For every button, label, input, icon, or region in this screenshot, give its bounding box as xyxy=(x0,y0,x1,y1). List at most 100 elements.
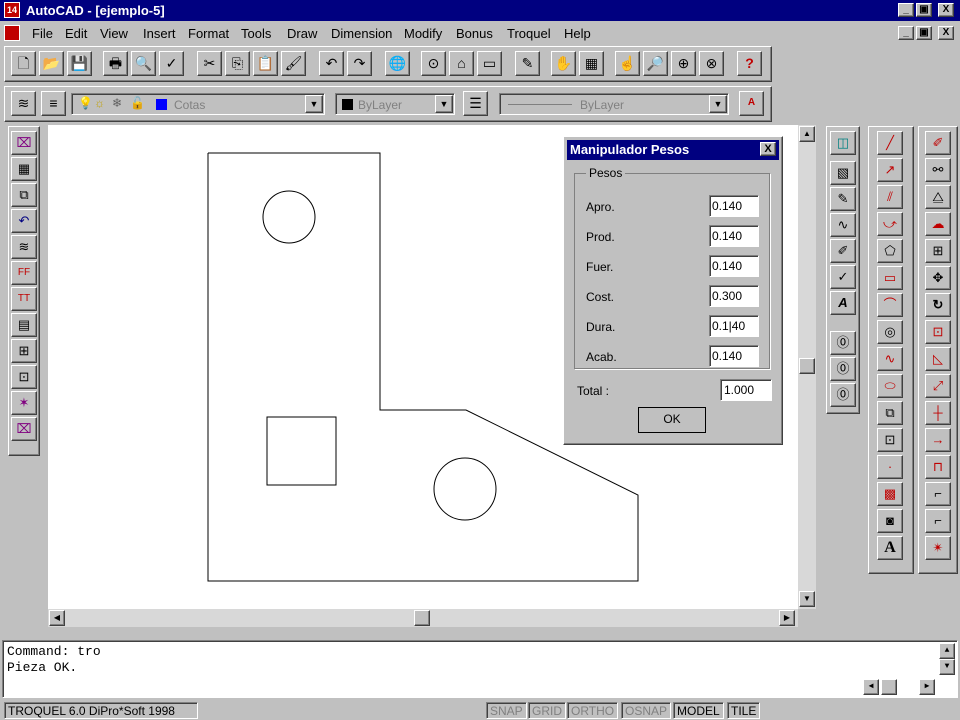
chevron-down-icon[interactable]: ▼ xyxy=(435,95,453,113)
menu-view[interactable]: View xyxy=(100,26,128,41)
region-icon[interactable]: ◙ xyxy=(877,509,903,533)
print-preview-icon[interactable]: 🔍 xyxy=(131,51,156,76)
break-icon[interactable]: ⊓ xyxy=(925,455,951,479)
aerial-view-icon[interactable]: ▦ xyxy=(579,51,604,76)
display-order-icon[interactable]: ◫ xyxy=(830,131,856,155)
copy-icon[interactable]: ⎘ xyxy=(225,51,250,76)
menu-troquel[interactable]: Troquel xyxy=(507,26,551,41)
multiline-icon[interactable]: ⫽ xyxy=(877,185,903,209)
pan-icon[interactable]: ✋ xyxy=(551,51,576,76)
edit-multiline-icon[interactable]: ✐ xyxy=(830,239,856,263)
scroll-down-icon[interactable]: ▼ xyxy=(939,659,955,675)
arc-icon[interactable]: ⌒ xyxy=(877,293,903,317)
scroll-up-icon[interactable]: ▲ xyxy=(799,126,815,142)
scroll-right-icon[interactable]: ▶ xyxy=(919,679,935,695)
extend-icon[interactable]: → xyxy=(925,428,951,452)
minimize-button[interactable]: _ xyxy=(898,3,914,17)
doc-close-button[interactable]: X xyxy=(938,26,954,40)
print-icon[interactable]: 🖶 xyxy=(103,51,128,76)
ucs-icon[interactable]: ⌂ xyxy=(449,51,474,76)
edit-hatch-icon[interactable]: ▧ xyxy=(830,161,856,185)
properties-icon[interactable]: A xyxy=(739,91,764,116)
zoom-previous-icon[interactable]: ⊗ xyxy=(699,51,724,76)
layers-icon[interactable]: ≋ xyxy=(11,91,36,116)
menu-file[interactable]: File xyxy=(32,26,53,41)
open-icon[interactable]: 📂 xyxy=(39,51,64,76)
osnap-toggle[interactable]: OSNAP xyxy=(621,702,672,719)
horizontal-scroll-thumb[interactable] xyxy=(414,610,430,626)
menu-modify[interactable]: Modify xyxy=(404,26,442,41)
rectangle-icon[interactable]: ▭ xyxy=(877,266,903,290)
rotate-icon[interactable]: ↻ xyxy=(925,293,951,317)
block-icon[interactable]: ⊡ xyxy=(11,365,37,389)
cost-input[interactable]: 0.300 xyxy=(709,285,759,307)
window-titlebar[interactable]: 14 AutoCAD - [ejemplo-5] _ ▣ X xyxy=(0,0,960,21)
restore-button[interactable]: ▣ xyxy=(916,3,932,17)
redraw-icon[interactable]: ✎ xyxy=(515,51,540,76)
erase-icon[interactable]: ✐ xyxy=(925,131,951,155)
make-object-layer-current-icon[interactable]: ≡ xyxy=(41,91,66,116)
match-properties-icon[interactable]: 🖌 xyxy=(281,51,306,76)
ole-icon-2[interactable]: ⓪ xyxy=(830,357,856,381)
line-icon[interactable]: ╱ xyxy=(877,131,903,155)
troquel-icon[interactable]: ⌧ xyxy=(11,131,37,155)
hatch-icon[interactable]: ▩ xyxy=(877,482,903,506)
scroll-up-icon[interactable]: ▲ xyxy=(939,643,955,659)
autocad-app-icon[interactable]: 14 xyxy=(4,2,20,18)
ellipse-icon[interactable]: ⬭ xyxy=(877,374,903,398)
grid-icon[interactable]: ▦ xyxy=(11,157,37,181)
multiline-text-icon[interactable]: A xyxy=(877,536,903,560)
model-toggle[interactable]: MODEL xyxy=(673,702,724,719)
spline-icon[interactable]: ∿ xyxy=(877,347,903,371)
trim-icon[interactable]: ┼ xyxy=(925,401,951,425)
object-snap-icon[interactable]: ⊙ xyxy=(421,51,446,76)
troquel-star-icon[interactable]: ✶ xyxy=(11,391,37,415)
layer-combo[interactable]: 💡 ☼ ❄ 🔓 Cotas ▼ xyxy=(71,93,325,115)
menu-help[interactable]: Help xyxy=(564,26,591,41)
construction-line-icon[interactable]: ↗ xyxy=(877,158,903,182)
chamfer-icon[interactable]: ⌐ xyxy=(925,482,951,506)
rotate-undo-icon[interactable]: ↶ xyxy=(11,209,37,233)
move-icon[interactable]: ✥ xyxy=(925,266,951,290)
dura-input[interactable]: 0.1|40 xyxy=(709,315,759,337)
save-icon[interactable]: 💾 xyxy=(67,51,92,76)
fillet-icon[interactable]: ⌐ xyxy=(925,509,951,533)
ok-button[interactable]: OK xyxy=(638,407,706,433)
menu-format[interactable]: Format xyxy=(188,26,229,41)
fuer-input[interactable]: 0.140 xyxy=(709,255,759,277)
close-button[interactable]: X xyxy=(938,3,954,17)
grid-toggle[interactable]: GRID xyxy=(528,702,566,719)
dimension-ff-icon[interactable]: FF xyxy=(11,261,37,285)
edit-attribute-icon[interactable]: ✓ xyxy=(830,265,856,289)
help-icon[interactable]: ? xyxy=(737,51,762,76)
launch-browser-icon[interactable]: 🌐 xyxy=(385,51,410,76)
ole-icon-3[interactable]: ⓪ xyxy=(830,383,856,407)
scroll-right-icon[interactable]: ▶ xyxy=(779,610,795,626)
polygon-icon[interactable]: ⬠ xyxy=(877,239,903,263)
scroll-down-icon[interactable]: ▼ xyxy=(799,591,815,607)
paste-icon[interactable]: 📋 xyxy=(253,51,278,76)
quad-grid-icon[interactable]: ⊞ xyxy=(11,339,37,363)
make-block-icon[interactable]: ⊡ xyxy=(877,428,903,452)
menu-edit[interactable]: Edit xyxy=(65,26,87,41)
edit-text-icon[interactable]: A xyxy=(830,291,856,315)
ole-icon-1[interactable]: ⓪ xyxy=(830,331,856,355)
undo-icon[interactable]: ↶ xyxy=(319,51,344,76)
horizontal-scroll-thumb[interactable] xyxy=(881,679,897,695)
copy-object-icon[interactable]: ⧉ xyxy=(11,183,37,207)
doc-minimize-button[interactable]: _ xyxy=(898,26,914,40)
dialog-close-button[interactable]: X xyxy=(760,142,776,156)
tile-toggle[interactable]: TILE xyxy=(727,702,761,719)
ortho-toggle[interactable]: ORTHO xyxy=(567,702,619,719)
stretch-icon[interactable]: ◺ xyxy=(925,347,951,371)
layers-stack-icon[interactable]: ≋ xyxy=(11,235,37,259)
circle-icon[interactable]: ◎ xyxy=(877,320,903,344)
menu-dimension[interactable]: Dimension xyxy=(331,26,392,41)
edit-spline-icon[interactable]: ∿ xyxy=(830,213,856,237)
hole-circle-bottom[interactable] xyxy=(433,457,497,521)
pan-realtime-icon[interactable]: ☝ xyxy=(615,51,640,76)
chevron-down-icon[interactable]: ▼ xyxy=(709,95,727,113)
snap-toggle[interactable]: SNAP xyxy=(486,702,527,719)
scale-icon[interactable]: ⊡ xyxy=(925,320,951,344)
copy-objects-icon[interactable]: ⚯ xyxy=(925,158,951,182)
